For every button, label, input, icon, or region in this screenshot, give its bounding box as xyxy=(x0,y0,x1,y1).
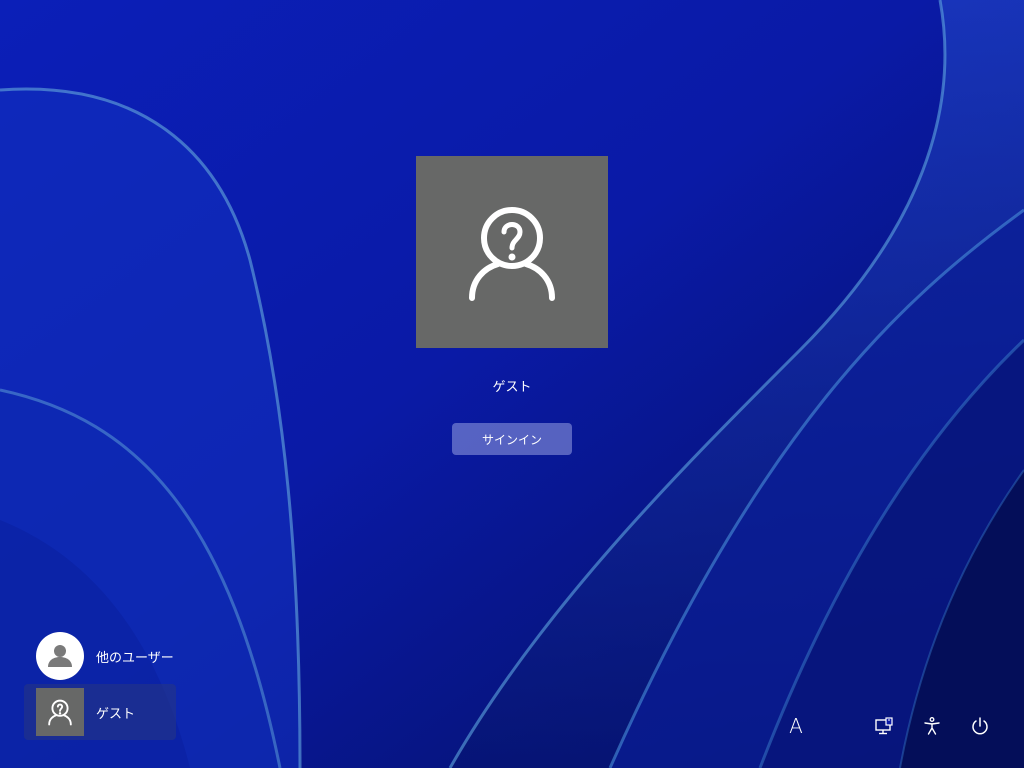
sign-in-button[interactable]: サインイン xyxy=(452,423,572,455)
power-button[interactable] xyxy=(964,710,996,742)
generic-user-icon xyxy=(36,632,84,680)
guest-user-icon xyxy=(469,207,555,301)
selected-user-name: ゲスト xyxy=(492,380,532,395)
accessibility-icon xyxy=(924,717,940,735)
lock-screen: ゲスト サインイン 他のユーザー ゲスト A xyxy=(0,0,1024,768)
network-icon xyxy=(875,717,893,735)
user-list-item-guest[interactable]: ゲスト xyxy=(24,684,176,740)
user-list-item-label: ゲスト xyxy=(96,706,136,722)
network-button[interactable] xyxy=(868,710,900,742)
guest-user-icon xyxy=(36,688,84,736)
user-list-item-other-user[interactable]: 他のユーザー xyxy=(24,628,176,684)
ime-indicator[interactable]: A xyxy=(780,710,812,742)
user-list: 他のユーザー ゲスト xyxy=(24,628,176,740)
power-icon xyxy=(972,717,988,735)
accessibility-button[interactable] xyxy=(916,710,948,742)
user-avatar xyxy=(416,156,608,348)
user-list-item-label: 他のユーザー xyxy=(96,650,174,666)
